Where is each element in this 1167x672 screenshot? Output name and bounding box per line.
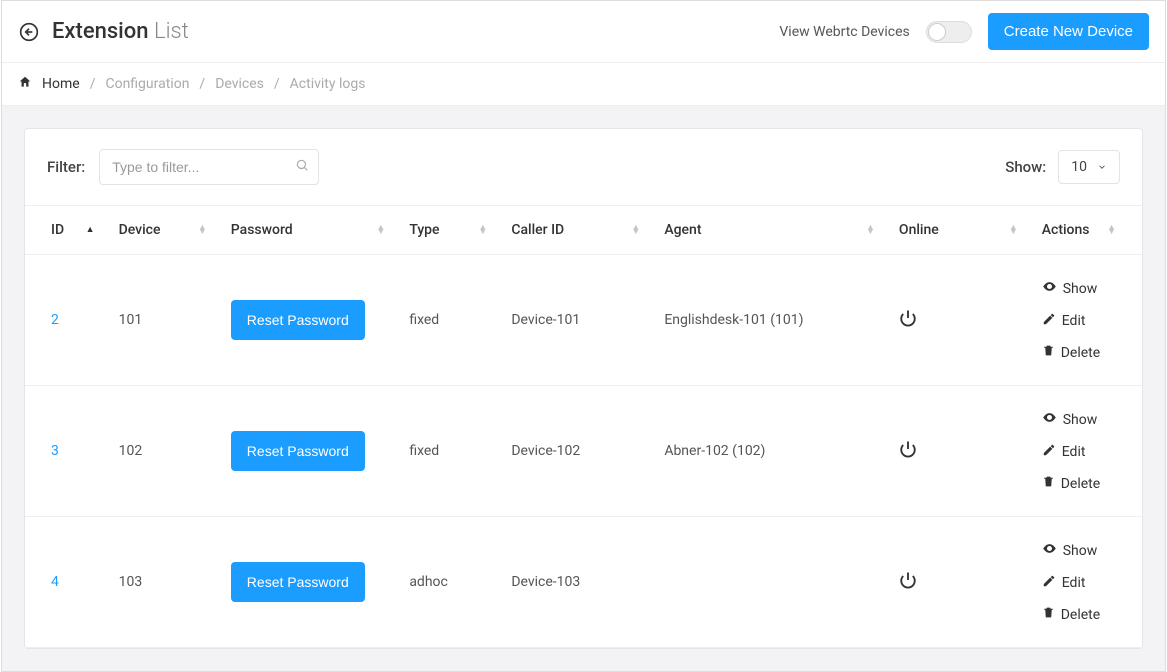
type-value: fixed xyxy=(409,312,439,328)
sort-icon[interactable]: ▲▼ xyxy=(198,226,207,235)
power-icon[interactable] xyxy=(899,577,917,593)
page-title: Extension List xyxy=(52,19,189,44)
show-action[interactable]: Show xyxy=(1042,279,1116,298)
show-label: Show: xyxy=(1005,158,1046,176)
eye-icon xyxy=(1042,279,1057,298)
type-value: fixed xyxy=(409,443,439,459)
breadcrumb-activity-logs[interactable]: Activity logs xyxy=(290,76,366,92)
caller-id-value: Device-101 xyxy=(511,312,580,328)
show-action[interactable]: Show xyxy=(1042,410,1116,429)
page-title-sub: List xyxy=(154,19,189,44)
col-device[interactable]: Device▲▼ xyxy=(107,206,219,255)
col-type[interactable]: Type▲▼ xyxy=(397,206,499,255)
sort-icon[interactable]: ▲▼ xyxy=(1107,226,1116,235)
sort-icon[interactable]: ▲ xyxy=(86,228,95,233)
edit-action[interactable]: Edit xyxy=(1042,312,1116,330)
col-id[interactable]: ID▲ xyxy=(25,206,107,255)
arrow-left-circle-icon xyxy=(19,22,39,42)
device-value: 102 xyxy=(119,443,143,459)
delete-action[interactable]: Delete xyxy=(1042,475,1116,492)
back-button[interactable] xyxy=(18,21,40,43)
table-row: 4 103 Reset Password adhoc Device-103 Sh… xyxy=(25,517,1142,648)
reset-password-button[interactable]: Reset Password xyxy=(231,300,365,340)
breadcrumb: Home / Configuration / Devices / Activit… xyxy=(2,63,1165,106)
show-select[interactable]: 10 xyxy=(1058,150,1120,184)
sort-icon[interactable]: ▲▼ xyxy=(866,226,875,235)
delete-action[interactable]: Delete xyxy=(1042,344,1116,361)
breadcrumb-devices[interactable]: Devices xyxy=(215,76,264,92)
caller-id-value: Device-103 xyxy=(511,574,580,590)
filter-input[interactable] xyxy=(99,149,319,185)
edit-icon xyxy=(1042,574,1056,592)
col-actions[interactable]: Actions▲▼ xyxy=(1030,206,1142,255)
col-caller-id[interactable]: Caller ID▲▼ xyxy=(499,206,652,255)
sort-icon[interactable]: ▲▼ xyxy=(1009,226,1018,235)
trash-icon xyxy=(1042,344,1055,361)
table-row: 3 102 Reset Password fixed Device-102 Ab… xyxy=(25,386,1142,517)
breadcrumb-configuration[interactable]: Configuration xyxy=(105,76,189,92)
webrtc-toggle[interactable] xyxy=(926,21,972,43)
trash-icon xyxy=(1042,606,1055,623)
page-title-main: Extension xyxy=(52,19,149,44)
edit-icon xyxy=(1042,443,1056,461)
breadcrumb-sep: / xyxy=(199,76,205,92)
edit-icon xyxy=(1042,312,1056,330)
sort-icon[interactable]: ▲▼ xyxy=(376,226,385,235)
power-icon[interactable] xyxy=(899,446,917,462)
webrtc-devices-label: View Webrtc Devices xyxy=(779,24,909,40)
breadcrumb-sep: / xyxy=(274,76,280,92)
sort-icon[interactable]: ▲▼ xyxy=(631,226,640,235)
id-link[interactable]: 2 xyxy=(51,312,59,328)
sort-icon[interactable]: ▲▼ xyxy=(478,226,487,235)
agent-value: Abner-102 (102) xyxy=(664,443,765,459)
type-value: adhoc xyxy=(409,574,448,590)
id-link[interactable]: 4 xyxy=(51,574,59,590)
power-icon[interactable] xyxy=(899,315,917,331)
show-value: 10 xyxy=(1071,159,1087,175)
delete-action[interactable]: Delete xyxy=(1042,606,1116,623)
col-password[interactable]: Password▲▼ xyxy=(219,206,398,255)
device-value: 103 xyxy=(119,574,143,590)
create-new-device-button[interactable]: Create New Device xyxy=(988,13,1149,50)
eye-icon xyxy=(1042,410,1057,429)
eye-icon xyxy=(1042,541,1057,560)
id-link[interactable]: 3 xyxy=(51,443,59,459)
breadcrumb-sep: / xyxy=(90,76,96,92)
filter-label: Filter: xyxy=(47,158,85,176)
col-agent[interactable]: Agent▲▼ xyxy=(652,206,887,255)
devices-table: ID▲ Device▲▼ Password▲▼ Type▲▼ Caller ID… xyxy=(25,205,1142,648)
trash-icon xyxy=(1042,475,1055,492)
edit-action[interactable]: Edit xyxy=(1042,443,1116,461)
reset-password-button[interactable]: Reset Password xyxy=(231,431,365,471)
col-online[interactable]: Online▲▼ xyxy=(887,206,1030,255)
show-action[interactable]: Show xyxy=(1042,541,1116,560)
device-value: 101 xyxy=(119,312,143,328)
table-row: 2 101 Reset Password fixed Device-101 En… xyxy=(25,255,1142,386)
home-icon[interactable] xyxy=(18,75,32,93)
caller-id-value: Device-102 xyxy=(511,443,580,459)
chevron-down-icon xyxy=(1097,162,1107,172)
agent-value: Englishdesk-101 (101) xyxy=(664,312,803,328)
edit-action[interactable]: Edit xyxy=(1042,574,1116,592)
reset-password-button[interactable]: Reset Password xyxy=(231,562,365,602)
search-icon[interactable] xyxy=(295,158,309,176)
breadcrumb-home[interactable]: Home xyxy=(42,76,80,92)
